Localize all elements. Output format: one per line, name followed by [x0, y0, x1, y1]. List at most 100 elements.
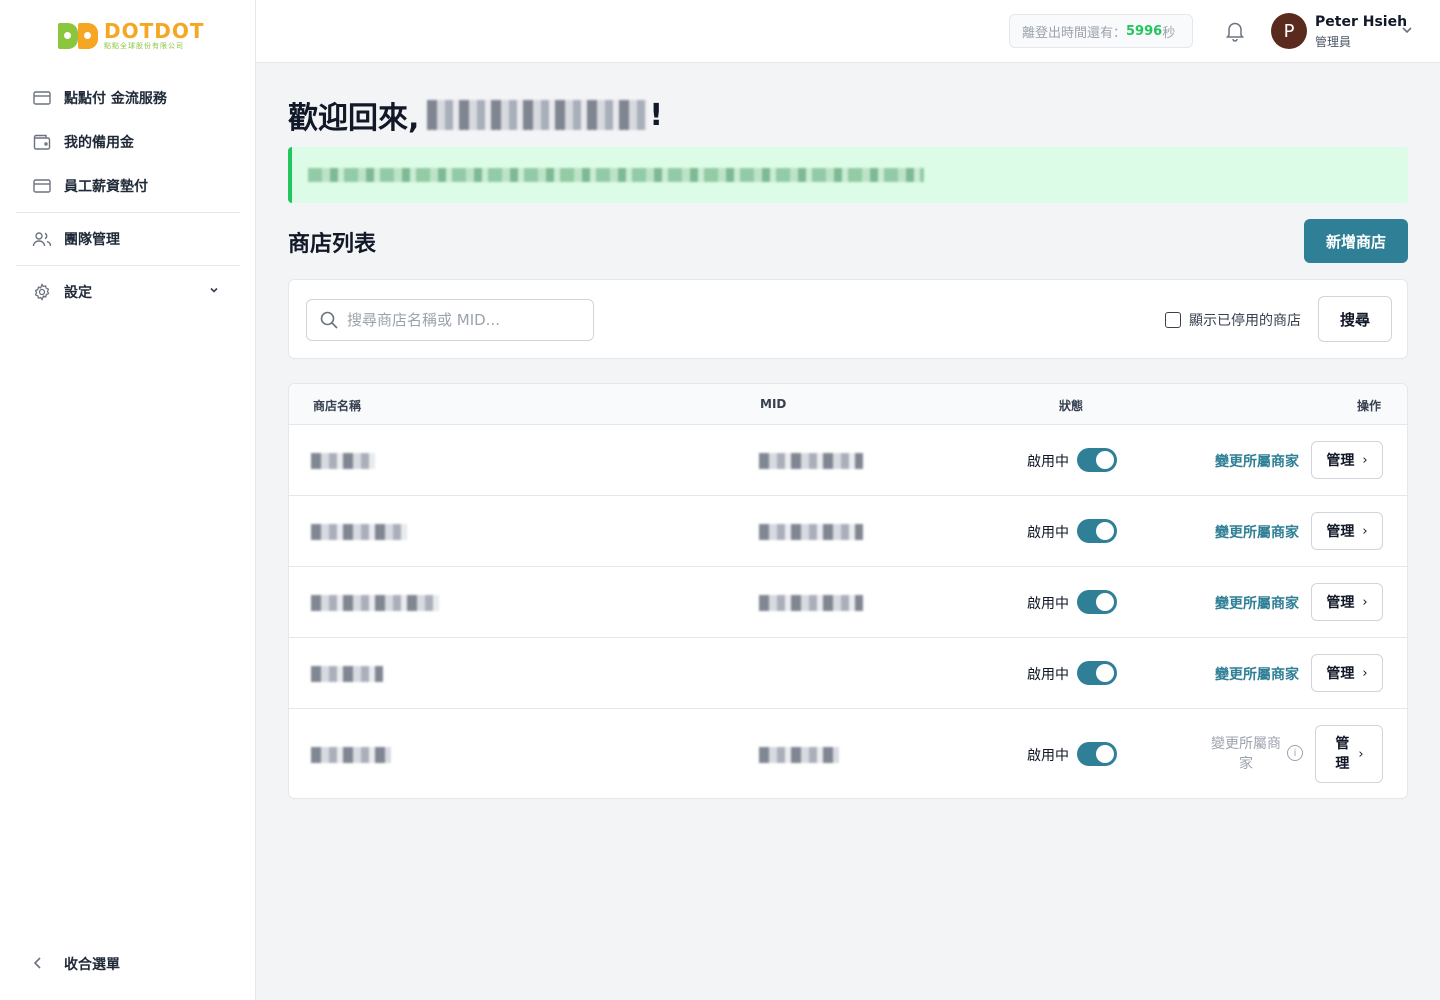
table-row: 啟用中 變更所屬商家 管理 ›	[289, 424, 1407, 495]
manage-button[interactable]: 管理 ›	[1311, 583, 1383, 621]
manage-label: 管理	[1326, 595, 1355, 611]
chevron-right-icon: ›	[1362, 523, 1368, 539]
sidebar: DOTDOT 點點全球股份有限公司 點點付 金流服務 我的備用金 員工薪資墊付	[0, 0, 256, 1000]
sidebar-item-salary-advance[interactable]: 員工薪資墊付	[16, 164, 240, 208]
timer-suffix: 秒	[1162, 25, 1176, 41]
status-toggle[interactable]	[1077, 519, 1117, 543]
table-header: 商店名稱 MID 狀態 操作	[289, 384, 1407, 424]
top-header: 離登出時間還有： 5996 秒 P Peter Hsieh 管理員	[256, 0, 1440, 63]
add-store-button[interactable]: 新增商店	[1304, 219, 1408, 263]
column-header-action: 操作	[1357, 399, 1382, 413]
avatar[interactable]: P	[1271, 13, 1307, 49]
page-title: 歡迎回來, !	[288, 93, 663, 137]
sidebar-item-label: 設定	[64, 285, 92, 301]
redacted-banner-text	[308, 168, 924, 182]
sidebar-item-label: 員工薪資墊付	[64, 179, 148, 195]
status-label: 啟用中	[1027, 454, 1069, 470]
user-role: 管理員	[1315, 35, 1352, 49]
section-title: 商店列表	[288, 232, 377, 257]
collapse-menu-label: 收合選單	[64, 957, 120, 973]
manage-button[interactable]: 管理 ›	[1311, 512, 1383, 550]
info-icon[interactable]: i	[1287, 745, 1303, 761]
sidebar-item-label: 團隊管理	[64, 232, 120, 248]
brand-logo[interactable]: DOTDOT 點點全球股份有限公司	[58, 20, 205, 52]
wallet-icon	[32, 132, 52, 152]
sidebar-item-payment-service[interactable]: 點點付 金流服務	[16, 76, 240, 120]
redacted-mid	[759, 595, 863, 611]
table-row: 啟用中 變更所屬商家 i 管理 ›	[289, 708, 1407, 798]
sidebar-divider	[16, 265, 240, 266]
status-label: 啟用中	[1027, 748, 1069, 764]
chevron-down-icon	[208, 284, 220, 300]
status-toggle[interactable]	[1077, 742, 1117, 766]
change-merchant-link-disabled: 變更所屬商家	[1211, 736, 1281, 772]
redacted-mid	[759, 453, 863, 469]
welcome-prefix: 歡迎回來,	[288, 101, 420, 136]
column-header-mid: MID	[760, 397, 787, 411]
brand-subtitle: 點點全球股份有限公司	[104, 42, 184, 50]
status-toggle[interactable]	[1077, 448, 1117, 472]
change-merchant-link[interactable]: 變更所屬商家	[1215, 664, 1299, 684]
manage-button[interactable]: 管理 ›	[1315, 725, 1383, 783]
redacted-store-name	[311, 524, 407, 540]
manage-label: 管理	[1326, 524, 1355, 540]
table-row: 啟用中 變更所屬商家 管理 ›	[289, 566, 1407, 637]
redacted-mid	[759, 747, 839, 763]
redacted-store-name	[311, 747, 391, 763]
chevron-right-icon: ›	[1358, 746, 1364, 762]
chevron-right-icon: ›	[1362, 665, 1368, 681]
sidebar-item-settings[interactable]: 設定	[16, 270, 240, 314]
timer-value: 5996	[1126, 23, 1163, 39]
filter-card: 顯示已停用的商店 搜尋	[288, 279, 1408, 359]
credit-card-icon	[32, 176, 52, 196]
manage-button[interactable]: 管理 ›	[1311, 654, 1383, 692]
welcome-suffix: !	[649, 97, 664, 133]
collapse-menu-button[interactable]: 收合選單	[16, 942, 240, 986]
credit-card-icon	[32, 88, 52, 108]
chevron-right-icon: ›	[1362, 594, 1368, 610]
sidebar-item-label: 我的備用金	[64, 135, 134, 151]
chevron-right-icon: ›	[1362, 452, 1368, 468]
manage-label: 管理	[1335, 736, 1350, 772]
logout-timer: 離登出時間還有： 5996 秒	[1009, 14, 1193, 48]
chevron-left-icon	[32, 955, 52, 974]
table-row: 啟用中 變更所屬商家 管理 ›	[289, 637, 1407, 708]
status-label: 啟用中	[1027, 667, 1069, 683]
status-toggle[interactable]	[1077, 661, 1117, 685]
change-merchant-link[interactable]: 變更所屬商家	[1215, 451, 1299, 471]
show-disabled-checkbox[interactable]	[1165, 312, 1181, 328]
sidebar-item-label: 點點付 金流服務	[64, 91, 167, 107]
sidebar-nav: 點點付 金流服務 我的備用金 員工薪資墊付 團隊管理 設定	[16, 76, 240, 314]
redacted-mid	[759, 524, 863, 540]
status-toggle[interactable]	[1077, 590, 1117, 614]
manage-label: 管理	[1326, 666, 1355, 682]
show-disabled-toggle[interactable]: 顯示已停用的商店	[1165, 310, 1301, 330]
redacted-store-name	[311, 666, 383, 682]
table-row: 啟用中 變更所屬商家 管理 ›	[289, 495, 1407, 566]
chevron-down-icon[interactable]	[1400, 22, 1414, 41]
change-merchant-link[interactable]: 變更所屬商家	[1215, 593, 1299, 613]
search-icon	[319, 310, 339, 330]
column-header-status: 狀態	[1059, 399, 1084, 413]
sidebar-divider	[16, 212, 240, 213]
gear-icon	[32, 282, 52, 302]
sidebar-item-team[interactable]: 團隊管理	[16, 217, 240, 261]
search-button[interactable]: 搜尋	[1318, 296, 1392, 342]
redacted-user-name	[427, 100, 648, 130]
redacted-store-name	[311, 453, 375, 469]
show-disabled-label: 顯示已停用的商店	[1189, 313, 1301, 329]
search-input[interactable]	[347, 311, 577, 329]
redacted-store-name	[311, 595, 439, 611]
sidebar-item-reserve-fund[interactable]: 我的備用金	[16, 120, 240, 164]
change-merchant-link[interactable]: 變更所屬商家	[1215, 522, 1299, 542]
user-name[interactable]: Peter Hsieh	[1315, 14, 1407, 30]
notification-bell-icon[interactable]	[1224, 20, 1248, 44]
manage-label: 管理	[1326, 453, 1355, 469]
column-header-name: 商店名稱	[313, 399, 362, 413]
logo-mark-icon	[58, 21, 98, 51]
timer-prefix: 離登出時間還有：	[1022, 25, 1127, 41]
status-label: 啟用中	[1027, 596, 1069, 612]
manage-button[interactable]: 管理 ›	[1311, 441, 1383, 479]
users-icon	[32, 229, 52, 249]
search-box[interactable]	[306, 299, 594, 341]
